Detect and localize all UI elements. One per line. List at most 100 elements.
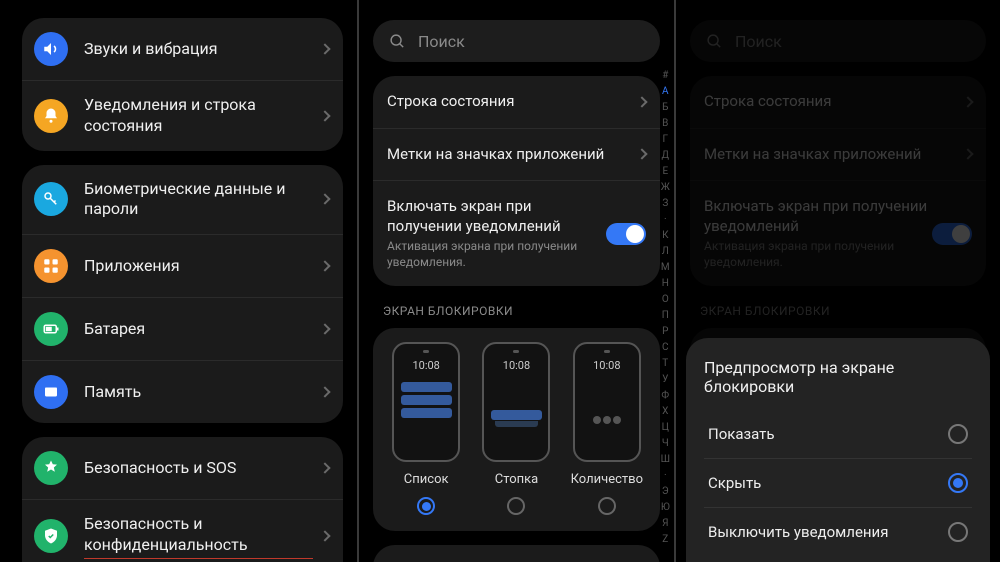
- alpha-index-letter[interactable]: У: [661, 372, 670, 388]
- alpha-index-letter[interactable]: ·: [661, 468, 670, 484]
- settings-row[interactable]: Включать экран при получении уведомлений…: [373, 180, 660, 286]
- style-label: Количество: [571, 472, 643, 487]
- lockscreen-style-preview: 10:08: [482, 342, 550, 462]
- alpha-index-letter[interactable]: Т: [661, 356, 670, 372]
- settings-row-sound[interactable]: Звуки и вибрация: [22, 18, 343, 80]
- alpha-index-letter[interactable]: Z: [661, 532, 670, 548]
- alpha-index-letter[interactable]: П: [661, 308, 670, 324]
- alpha-index-letter[interactable]: Г: [661, 132, 670, 148]
- chevron-right-icon: [319, 463, 330, 474]
- chevron-right-icon: [636, 149, 647, 160]
- alpha-index-letter[interactable]: Ш: [661, 452, 670, 468]
- notification-settings-card: Строка состоянияМетки на значках приложе…: [690, 76, 986, 286]
- alpha-index-letter[interactable]: Б: [661, 100, 670, 116]
- alpha-index-letter[interactable]: ·: [661, 212, 670, 228]
- toggle-switch[interactable]: [606, 223, 646, 245]
- row-title: Включать экран при получении уведомлений: [704, 197, 932, 236]
- lockscreen-style-option[interactable]: 10:08Количество: [562, 342, 651, 515]
- notifications-panel-with-sheet: Поиск Строка состоянияМетки на значках п…: [674, 0, 1000, 562]
- sheet-option[interactable]: Показать: [704, 410, 972, 458]
- settings-row[interactable]: Метки на значках приложений: [373, 128, 660, 181]
- settings-row[interactable]: Метки на значках приложений: [690, 128, 986, 181]
- radio-button[interactable]: [507, 497, 525, 515]
- radio-button[interactable]: [598, 497, 616, 515]
- settings-row-bell[interactable]: Уведомления и строка состояния: [22, 80, 343, 151]
- settings-row[interactable]: Строка состояния: [373, 76, 660, 128]
- settings-row-battery[interactable]: Батарея: [22, 297, 343, 360]
- notifications-panel: Поиск Строка состояния Метки на значках п…: [357, 0, 674, 562]
- radio-button[interactable]: [948, 522, 968, 542]
- lockscreen-section-header: ЭКРАН БЛОКИРОВКИ: [676, 300, 1000, 328]
- search-icon: [389, 33, 406, 50]
- option-label: Показать: [708, 425, 775, 443]
- search-input[interactable]: Поиск: [690, 20, 986, 62]
- settings-row-label: Безопасность и конфиденциальность: [84, 514, 313, 559]
- alpha-index-letter[interactable]: Д: [661, 148, 670, 164]
- battery-icon: [34, 312, 68, 346]
- alpha-index-letter[interactable]: Ф: [661, 388, 670, 404]
- option-label: Выключить уведомления: [708, 523, 888, 541]
- chevron-right-icon: [319, 110, 330, 121]
- lockscreen-section-header: ЭКРАН БЛОКИРОВКИ: [359, 300, 674, 328]
- settings-main-panel: Звуки и вибрация Уведомления и строка сос…: [0, 0, 357, 562]
- alpha-index-letter[interactable]: Р: [661, 324, 670, 340]
- alpha-index-letter[interactable]: З: [661, 196, 670, 212]
- settings-group: Звуки и вибрация Уведомления и строка сос…: [22, 18, 343, 151]
- style-label: Список: [404, 472, 449, 487]
- alpha-index-letter[interactable]: Я: [661, 516, 670, 532]
- settings-row-memory[interactable]: Память: [22, 360, 343, 423]
- alpha-index-letter[interactable]: С: [661, 340, 670, 356]
- alpha-index-letter[interactable]: К: [661, 228, 670, 244]
- chevron-right-icon: [319, 531, 330, 542]
- alpha-index-letter[interactable]: Ц: [661, 420, 670, 436]
- sound-icon: [34, 32, 68, 66]
- lockscreen-style-option[interactable]: 10:08 Список: [381, 342, 470, 515]
- search-input[interactable]: Поиск: [373, 20, 660, 62]
- alpha-index-letter[interactable]: Н: [661, 276, 670, 292]
- alpha-index-letter[interactable]: В: [661, 116, 670, 132]
- settings-row-sos[interactable]: Безопасность и SOS: [22, 437, 343, 499]
- sheet-option[interactable]: Скрыть: [704, 458, 972, 507]
- settings-row-shield[interactable]: Безопасность и конфиденциальность: [22, 499, 343, 562]
- radio-button[interactable]: [948, 424, 968, 444]
- alphabet-index[interactable]: #АБВГДЕЖЗ·КЛМНОПРСТУФХЦЧШ·ЭЮЯZ: [661, 68, 670, 548]
- chevron-right-icon: [319, 43, 330, 54]
- alpha-index-letter[interactable]: Л: [661, 244, 670, 260]
- alpha-index-letter[interactable]: Х: [661, 404, 670, 420]
- chevron-right-icon: [319, 261, 330, 272]
- option-label: Скрыть: [708, 474, 761, 492]
- preview-options-sheet: Предпросмотр на экране блокировки Показа…: [686, 338, 990, 562]
- alpha-index-letter[interactable]: Э: [661, 484, 670, 500]
- alpha-index-letter[interactable]: Ж: [661, 180, 670, 196]
- radio-button[interactable]: [948, 473, 968, 493]
- settings-row-key[interactable]: Биометрические данные и пароли: [22, 165, 343, 235]
- sheet-title: Предпросмотр на экране блокировки: [704, 358, 972, 396]
- settings-row[interactable]: Строка состояния: [690, 76, 986, 128]
- lockscreen-style-option[interactable]: 10:08Стопка: [472, 342, 561, 515]
- lockscreen-style-preview: 10:08: [392, 342, 460, 462]
- alpha-index-letter[interactable]: Ч: [661, 436, 670, 452]
- alpha-index-letter[interactable]: О: [661, 292, 670, 308]
- shield-icon: [34, 519, 68, 553]
- row-subtitle: Активация экрана при получении уведомлен…: [387, 239, 606, 270]
- toggle-switch[interactable]: [932, 223, 972, 245]
- settings-row-label: Приложения: [84, 256, 313, 277]
- search-icon: [706, 33, 723, 50]
- chevron-right-icon: [962, 149, 973, 160]
- radio-button[interactable]: [417, 497, 435, 515]
- alpha-index-letter[interactable]: Ю: [661, 500, 670, 516]
- alpha-index-letter[interactable]: М: [661, 260, 670, 276]
- alpha-index-letter[interactable]: #: [661, 68, 670, 84]
- sos-icon: [34, 451, 68, 485]
- settings-row[interactable]: Включать экран при получении уведомлений…: [690, 180, 986, 286]
- row-title: Строка состояния: [387, 92, 630, 112]
- row-title: Метки на значках приложений: [387, 145, 630, 165]
- alpha-index-letter[interactable]: А: [661, 84, 670, 100]
- sheet-option[interactable]: Выключить уведомления: [704, 507, 972, 556]
- settings-row-apps[interactable]: Приложения: [22, 234, 343, 297]
- alpha-index-letter[interactable]: Е: [661, 164, 670, 180]
- settings-scroll[interactable]: Звуки и вибрация Уведомления и строка сос…: [0, 0, 357, 562]
- chevron-right-icon: [636, 96, 647, 107]
- lockscreen-preview-row[interactable]: Предпросмотр на экране блокировки Скрыть: [373, 545, 660, 562]
- settings-row-label: Уведомления и строка состояния: [84, 95, 313, 137]
